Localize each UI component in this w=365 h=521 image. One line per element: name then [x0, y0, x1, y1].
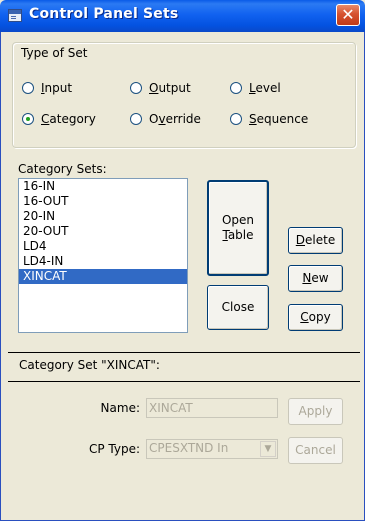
window-icon [8, 9, 22, 22]
close-button[interactable]: Close [207, 285, 269, 330]
radio-indicator [130, 82, 142, 94]
list-item-selected[interactable]: XINCAT [19, 269, 187, 284]
cp-type-select[interactable]: CPESXTND In ▼ [146, 439, 278, 459]
divider [8, 381, 360, 383]
cp-type-value: CPESXTND In [149, 441, 229, 455]
title-bar[interactable]: Control Panel Sets ✕ [0, 0, 365, 32]
chevron-down-icon[interactable]: ▼ [260, 441, 276, 457]
open-table-button[interactable]: Open Table [207, 180, 269, 276]
radio-override[interactable]: Override [130, 111, 201, 127]
list-item[interactable]: LD4 [19, 239, 187, 254]
new-button[interactable]: New [288, 265, 343, 292]
window-title: Control Panel Sets [29, 6, 179, 22]
category-sets-label: Category Sets: [18, 162, 107, 176]
close-icon: ✕ [341, 5, 355, 24]
radio-indicator [130, 113, 142, 125]
apply-button[interactable]: Apply [288, 398, 343, 425]
type-of-set-legend: Type of Set [19, 46, 90, 60]
radio-indicator [230, 113, 242, 125]
cancel-button[interactable]: Cancel [288, 437, 343, 464]
radio-input[interactable]: Input [22, 80, 72, 96]
radio-indicator-selected [22, 113, 34, 125]
list-item[interactable]: 16-IN [19, 179, 187, 194]
radio-indicator [22, 82, 34, 94]
category-sets-list[interactable]: 16-IN 16-OUT 20-IN 20-OUT LD4 LD4-IN XIN… [18, 178, 188, 333]
divider [8, 352, 360, 354]
radio-sequence[interactable]: Sequence [230, 111, 308, 127]
details-title: Category Set "XINCAT": [19, 358, 160, 372]
cp-type-label: CP Type: [88, 442, 140, 456]
radio-indicator [230, 82, 242, 94]
radio-level[interactable]: Level [230, 80, 281, 96]
list-item[interactable]: 16-OUT [19, 194, 187, 209]
radio-category[interactable]: Category [22, 111, 96, 127]
list-item[interactable]: 20-OUT [19, 224, 187, 239]
copy-button[interactable]: Copy [288, 304, 343, 331]
radio-output[interactable]: Output [130, 80, 191, 96]
list-item[interactable]: LD4-IN [19, 254, 187, 269]
name-field[interactable]: XINCAT [146, 398, 278, 418]
close-window-button[interactable]: ✕ [336, 4, 360, 26]
name-label: Name: [100, 401, 140, 415]
delete-button[interactable]: Delete [288, 227, 343, 254]
list-item[interactable]: 20-IN [19, 209, 187, 224]
